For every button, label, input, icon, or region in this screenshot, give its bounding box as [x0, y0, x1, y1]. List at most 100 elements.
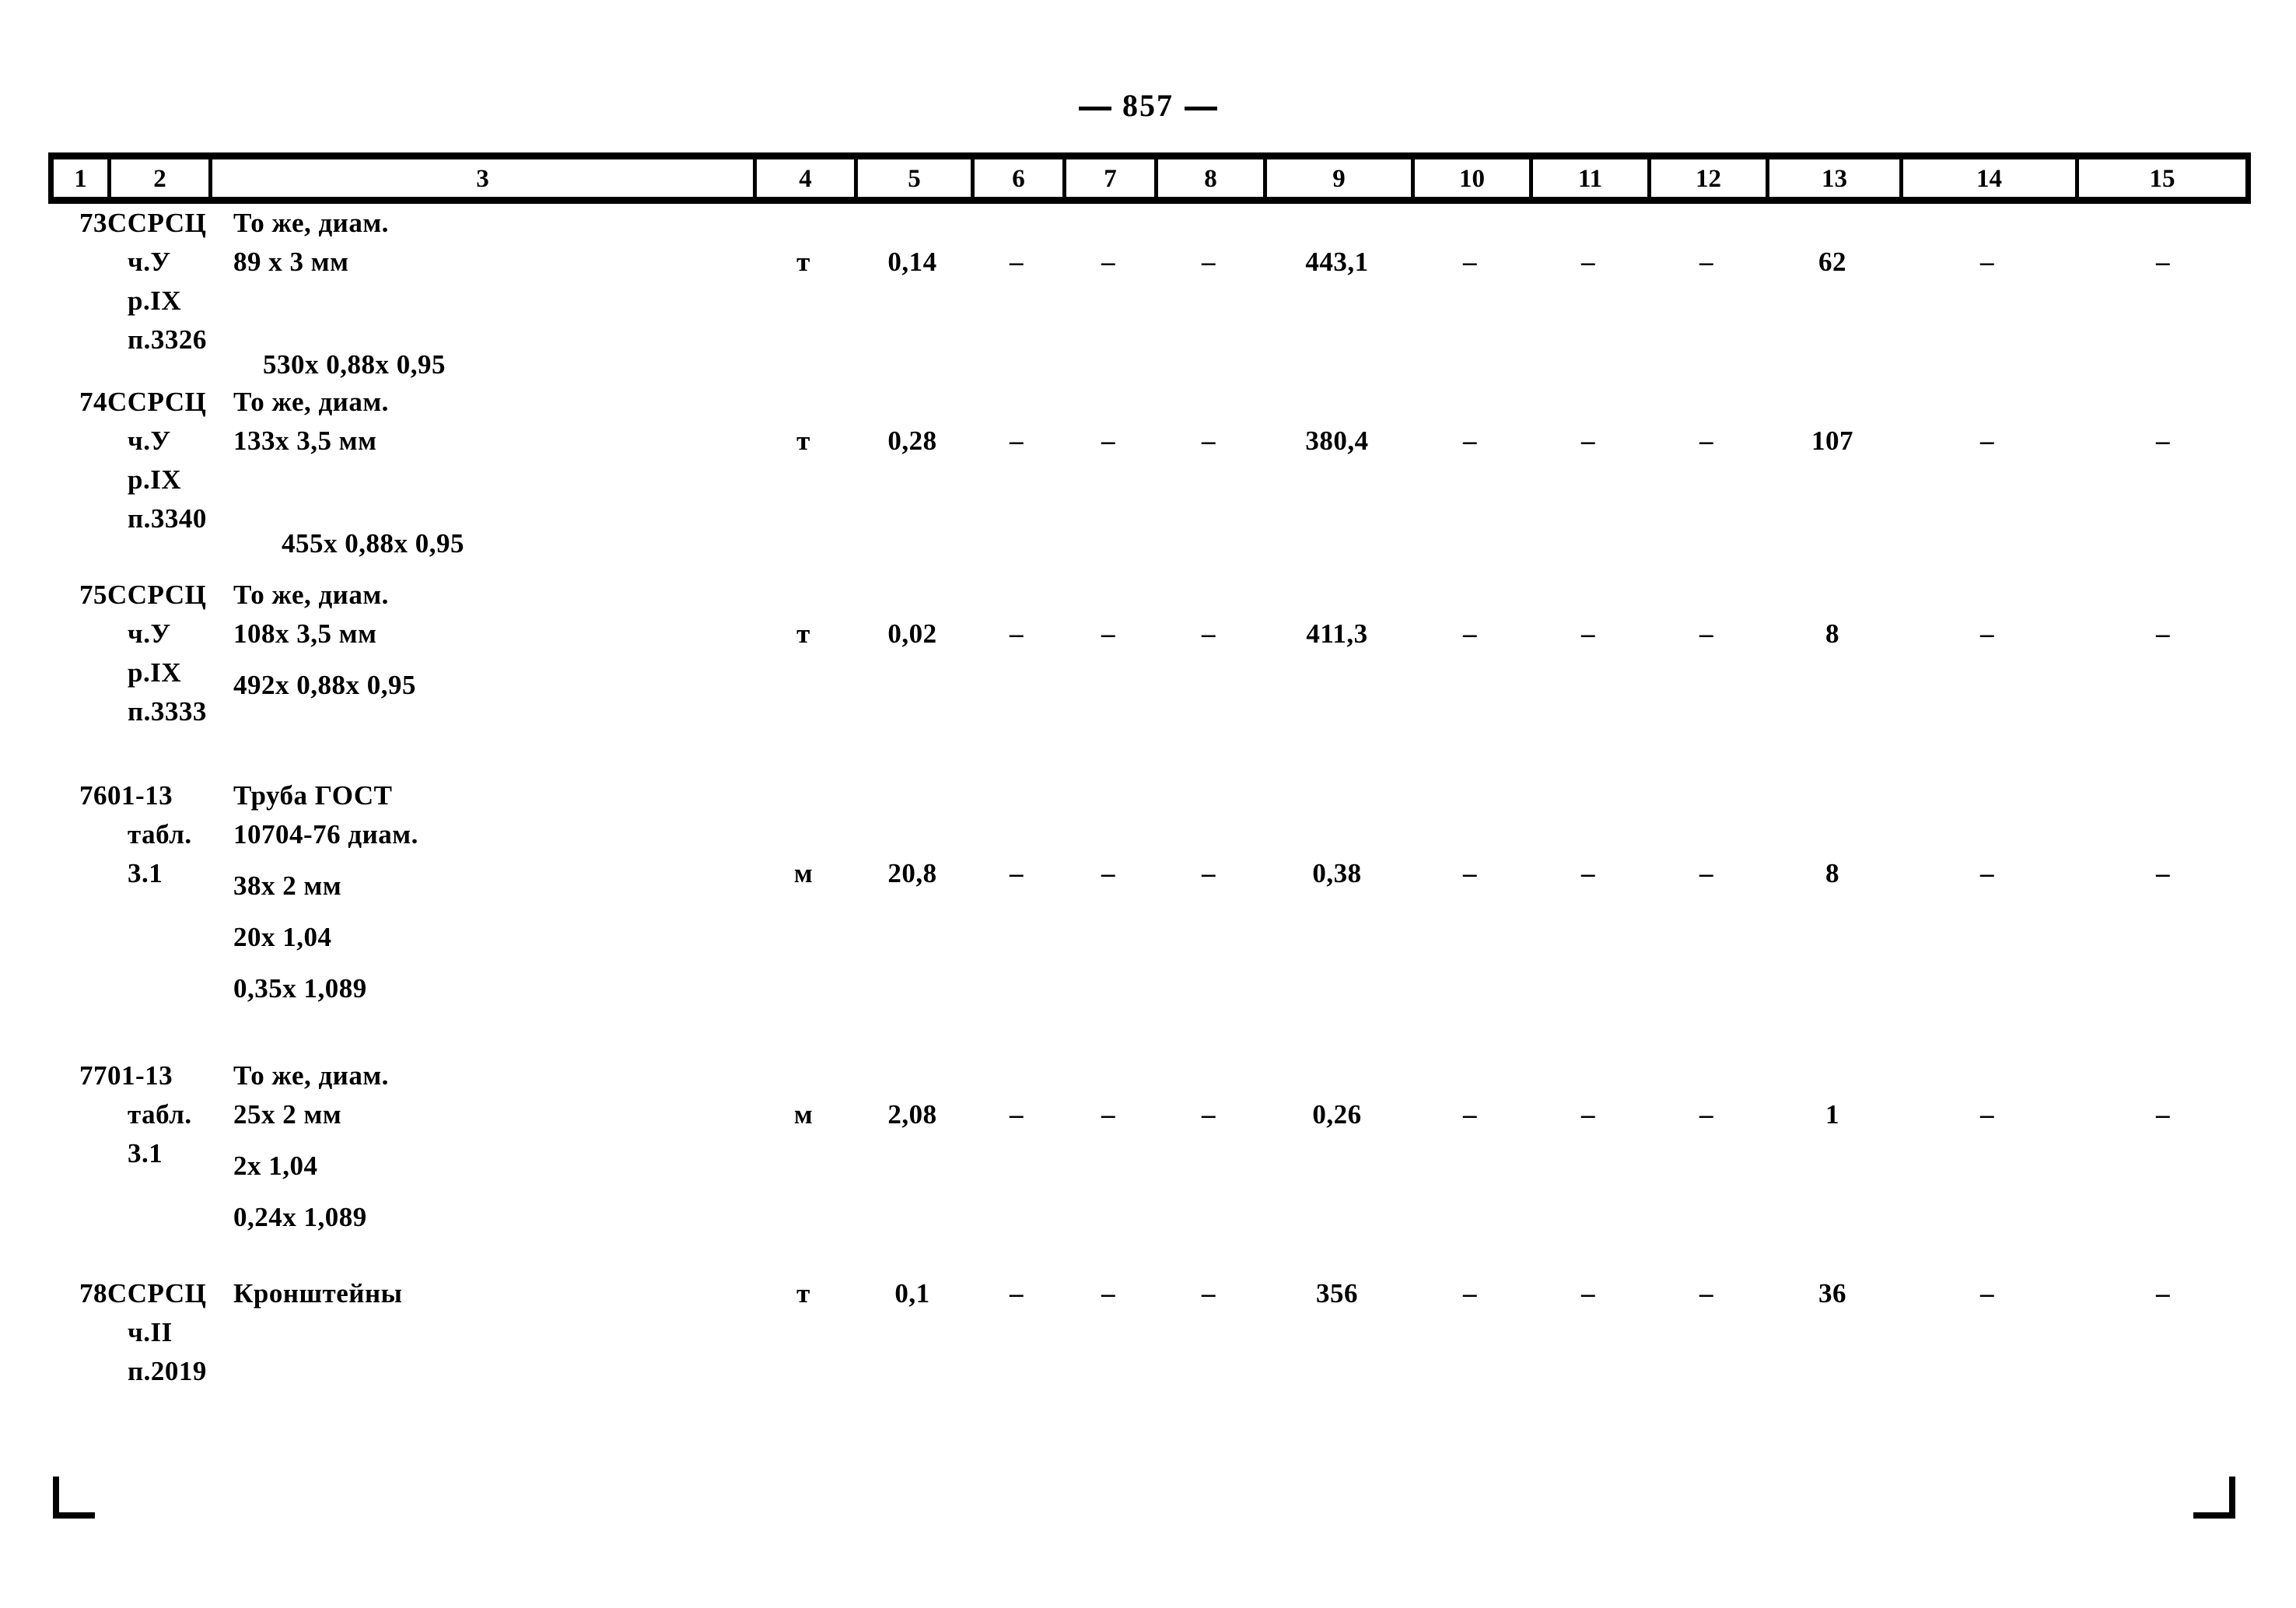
column-header-15: 15: [2075, 159, 2251, 197]
description-line: 25х 2 мм: [233, 1099, 342, 1130]
value-col-13: 62: [1818, 247, 1846, 277]
table-row: 76 01-13 табл. 3.1 Труба ГОСТ 10704-76 диам. 3…: [0, 776, 2296, 1056]
table-row: 78 ССРСЦ ч.II п.2019 Кронштейны т 0,1 – – – 356 – – –…: [0, 1274, 2296, 1430]
empty-value-col-6: –: [1010, 1278, 1024, 1308]
empty-value-col-11: –: [1581, 1278, 1595, 1308]
empty-value-col-15: –: [2156, 426, 2170, 456]
row-number: 77: [79, 1060, 107, 1091]
reference-code-line: ч.II: [128, 1317, 173, 1347]
reference-code-line: п.3340: [128, 503, 207, 534]
empty-value-col-14: –: [1980, 1278, 1994, 1308]
description-line: 10704-76 диам.: [233, 819, 418, 850]
empty-value-col-12: –: [1699, 618, 1713, 649]
row-number: 78: [79, 1278, 107, 1308]
empty-value-col-11: –: [1581, 858, 1595, 888]
column-header-1: 1: [48, 159, 107, 197]
empty-value-col-14: –: [1980, 426, 1994, 456]
reference-code-line: р.IХ: [128, 657, 182, 688]
column-header-10: 10: [1411, 159, 1529, 197]
value-col-9: 0,26: [1312, 1099, 1362, 1130]
value-col-5: 20,8: [887, 858, 937, 888]
column-header-7: 7: [1062, 159, 1154, 197]
empty-value-col-11: –: [1581, 618, 1595, 649]
value-col-9: 0,38: [1312, 858, 1362, 888]
reference-code-line: р.IХ: [128, 464, 182, 495]
empty-value-col-12: –: [1699, 426, 1713, 456]
table-row: 75 ССРСЦ ч.У р.IХ п.3333 То же, диам. 108х 3,5…: [0, 576, 2296, 776]
empty-value-col-12: –: [1699, 1099, 1713, 1130]
value-col-9: 411,3: [1306, 618, 1368, 649]
reference-code-line: табл.: [128, 819, 192, 850]
reference-code-line: п.3326: [128, 324, 207, 355]
value-col-4: м: [793, 1099, 814, 1130]
column-header-4: 4: [753, 159, 854, 197]
page-number-rule-left: [1079, 107, 1111, 111]
empty-value-col-7: –: [1101, 1278, 1115, 1308]
description-line: 89 х 3 мм: [233, 247, 349, 277]
empty-value-col-14: –: [1980, 618, 1994, 649]
page-number: 857: [0, 87, 2296, 124]
reference-code-line: р.IХ: [128, 286, 182, 316]
value-col-5: 0,1: [894, 1278, 930, 1308]
empty-value-col-6: –: [1010, 426, 1024, 456]
description-line: 492х 0,88х 0,95: [233, 670, 416, 700]
row-number: 75: [79, 580, 107, 610]
reference-code-line: ССРСЦ: [107, 1278, 207, 1308]
reference-code-line: ССРСЦ: [107, 580, 207, 610]
column-header-2: 2: [107, 159, 208, 197]
column-header-9: 9: [1263, 159, 1411, 197]
value-col-5: 0,14: [887, 247, 937, 277]
empty-value-col-12: –: [1699, 1278, 1713, 1308]
row-number: 74: [79, 387, 107, 417]
empty-value-col-7: –: [1101, 247, 1115, 277]
empty-value-col-8: –: [1202, 858, 1216, 888]
column-header-11: 11: [1529, 159, 1647, 197]
empty-value-col-14: –: [1980, 1099, 1994, 1130]
reference-code-line: 3.1: [128, 858, 163, 888]
empty-value-col-10: –: [1463, 618, 1477, 649]
reference-code-line: табл.: [128, 1099, 192, 1130]
empty-value-col-8: –: [1202, 426, 1216, 456]
table-body: 73 ССРСЦ ч.У р.IХ п.3326 То же, диам. 89 х 3 м…: [0, 204, 2296, 1430]
value-col-4: т: [796, 618, 810, 649]
description-line: 108х 3,5 мм: [233, 618, 377, 649]
description-line: То же, диам.: [233, 1060, 389, 1091]
value-col-4: т: [796, 1278, 810, 1308]
column-header-14: 14: [1899, 159, 2075, 197]
value-col-9: 356: [1316, 1278, 1358, 1308]
value-col-5: 0,02: [887, 618, 937, 649]
empty-value-col-6: –: [1010, 858, 1024, 888]
description-line: То же, диам.: [233, 580, 389, 610]
empty-value-col-8: –: [1202, 618, 1216, 649]
document-page: 857 1 2 3 4 5 6 7 8 9 10 11 12 13 14 15 73 ССРСЦ ч.У р.IХ…: [0, 0, 2296, 1608]
description-line: 2х 1,04: [233, 1151, 318, 1181]
value-col-13: 107: [1811, 426, 1853, 456]
empty-value-col-7: –: [1101, 1099, 1115, 1130]
empty-value-col-7: –: [1101, 618, 1115, 649]
reference-code-line: 01-13: [107, 780, 173, 811]
table-row: 77 01-13 табл. 3.1 То же, диам. 25х 2 мм 2х 1,…: [0, 1056, 2296, 1274]
empty-value-col-14: –: [1980, 858, 1994, 888]
column-header-3: 3: [208, 159, 753, 197]
value-col-13: 36: [1818, 1278, 1846, 1308]
empty-value-col-10: –: [1463, 858, 1477, 888]
empty-value-col-12: –: [1699, 858, 1713, 888]
column-header-12: 12: [1647, 159, 1766, 197]
empty-value-col-15: –: [2156, 858, 2170, 888]
description-line: 0,24х 1,089: [233, 1202, 367, 1232]
empty-value-col-11: –: [1581, 1099, 1595, 1130]
column-header-6: 6: [971, 159, 1062, 197]
registration-mark-bottom-right: [2193, 1477, 2235, 1519]
value-col-9: 380,4: [1305, 426, 1369, 456]
description-line: 0,35х 1,089: [233, 973, 367, 1004]
empty-value-col-15: –: [2156, 618, 2170, 649]
reference-code-line: 3.1: [128, 1138, 163, 1168]
description-line: То же, диам.: [233, 387, 389, 417]
empty-value-col-6: –: [1010, 1099, 1024, 1130]
value-col-13: 1: [1825, 1099, 1839, 1130]
column-header-13: 13: [1766, 159, 1899, 197]
table-row: 73 ССРСЦ ч.У р.IХ п.3326 То же, диам. 89 х 3 м…: [0, 204, 2296, 383]
empty-value-col-6: –: [1010, 247, 1024, 277]
description-line: 133х 3,5 мм: [233, 426, 377, 456]
empty-value-col-15: –: [2156, 1099, 2170, 1130]
